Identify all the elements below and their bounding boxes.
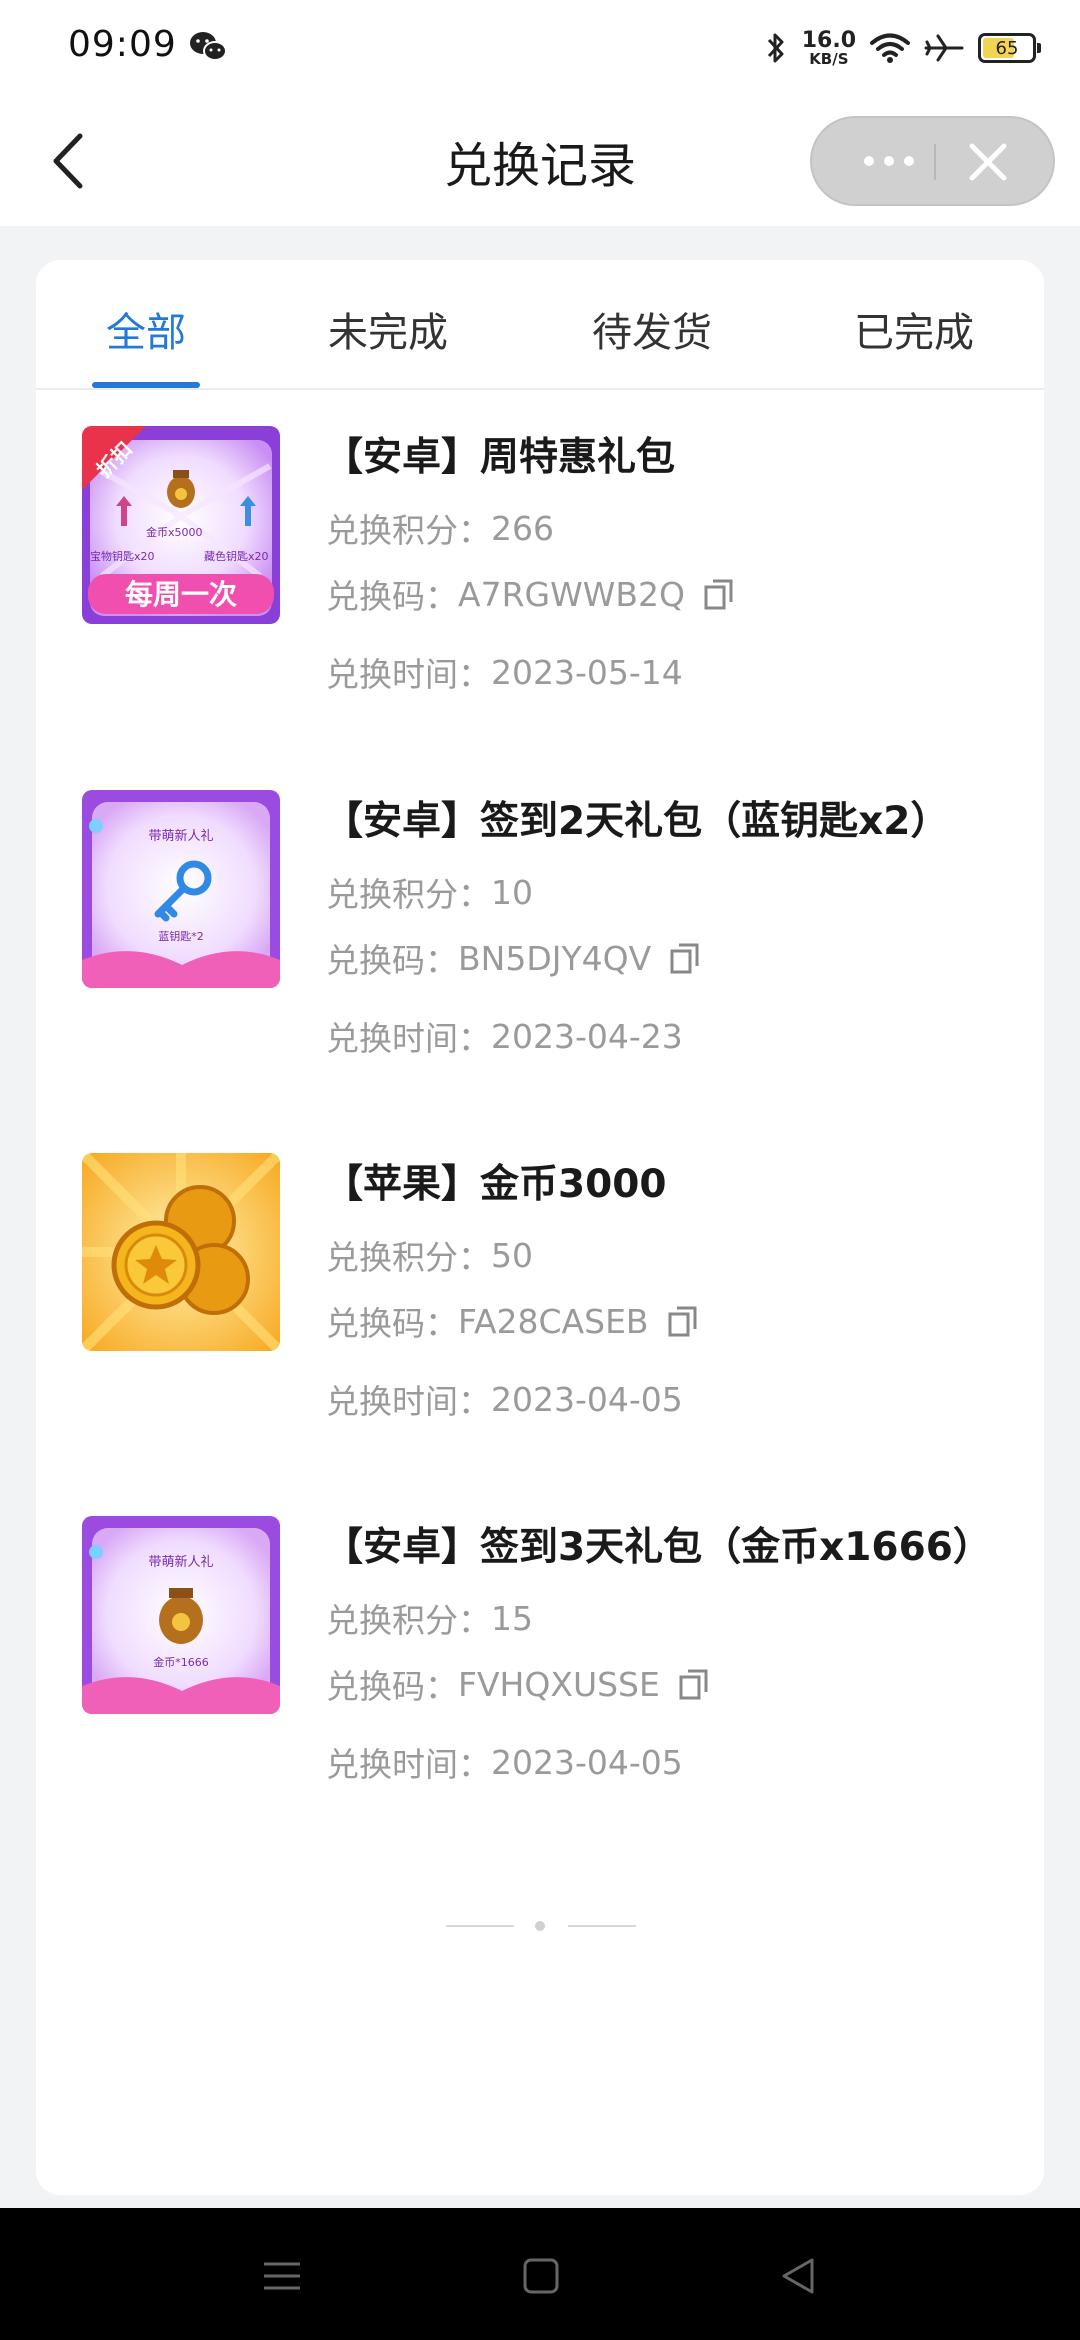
record-title: 【苹果】金币3000: [324, 1162, 667, 1207]
newbie-bag-image: 带萌新人礼 金币*1666: [82, 1516, 280, 1714]
records-card: 全部 未完成 待发货 已完成 折扣 金币x5000 宝物钥匙x20 藏色钥匙x2…: [36, 260, 1044, 2195]
tab-completed[interactable]: 已完成: [854, 300, 974, 358]
copy-icon[interactable]: [703, 577, 735, 611]
wifi-icon: [870, 33, 910, 63]
image-caption: 蓝钥匙*2: [158, 929, 204, 943]
copy-icon[interactable]: [667, 1304, 699, 1338]
status-time: 09:09: [68, 24, 177, 65]
record-points: 兑换积分： 266: [326, 508, 554, 551]
battery-icon: 65: [978, 33, 1041, 63]
record-code: 兑换码： FA28CASEB: [326, 1297, 699, 1345]
capsule-divider: [934, 144, 936, 180]
caption-coins: 金币x5000: [146, 525, 203, 539]
system-nav-bar: [0, 2208, 1080, 2340]
image-header: 带萌新人礼: [148, 828, 213, 844]
record-item[interactable]: 【苹果】金币3000 兑换积分： 50 兑换码： FA28CASEB 兑换时间： 20…: [36, 1153, 1044, 1513]
active-tab-indicator: [92, 382, 200, 388]
status-bar: 09:09 16.0 KB/S 65: [0, 0, 1080, 96]
mini-program-capsule: [810, 116, 1055, 206]
home-square-icon[interactable]: [522, 2256, 560, 2296]
record-time: 兑换时间： 2023-04-05: [326, 1379, 683, 1422]
list-end-indicator: [446, 1920, 636, 1932]
banner-text: 每周一次: [125, 578, 237, 611]
record-title: 【安卓】签到2天礼包（蓝钥匙x2）: [324, 799, 950, 844]
record-points: 兑换积分： 15: [326, 1598, 533, 1641]
caption-treasure-keys: 宝物钥匙x20: [90, 549, 155, 563]
airplane-icon: [924, 34, 964, 62]
close-icon[interactable]: [962, 136, 1014, 188]
record-code: 兑换码： A7RGWWB2Q: [326, 570, 735, 618]
record-time: 兑换时间： 2023-04-05: [326, 1742, 683, 1785]
back-triangle-icon[interactable]: [778, 2256, 818, 2296]
image-caption: 金币*1666: [153, 1655, 209, 1669]
record-item[interactable]: 折扣 金币x5000 宝物钥匙x20 藏色钥匙x20 每周一次 【安卓】周特惠礼…: [36, 426, 1044, 786]
copy-icon[interactable]: [669, 941, 701, 975]
network-speed: 16.0 KB/S: [801, 27, 856, 68]
caption-special-keys: 藏色钥匙x20: [204, 549, 269, 563]
record-title: 【安卓】签到3天礼包（金币x1666）: [324, 1525, 992, 1570]
record-points: 兑换积分： 50: [326, 1235, 533, 1278]
wechat-icon: [190, 32, 227, 61]
tab-incomplete[interactable]: 未完成: [328, 300, 448, 358]
record-points: 兑换积分： 10: [326, 872, 533, 915]
gold-coins-image: [82, 1153, 280, 1351]
record-title: 【安卓】周特惠礼包: [324, 435, 676, 480]
filter-tabs: 全部 未完成 待发货 已完成: [36, 260, 1044, 390]
tab-all[interactable]: 全部: [106, 300, 186, 358]
record-code: 兑换码： FVHQXUSSE: [326, 1660, 710, 1708]
nav-bar: 兑换记录: [0, 96, 1080, 226]
record-time: 兑换时间： 2023-05-14: [326, 652, 683, 695]
record-item[interactable]: 带萌新人礼 蓝钥匙*2 【安卓】签到2天礼包（蓝钥匙x2） 兑换积分： 10 兑换…: [36, 790, 1044, 1150]
more-dots-icon[interactable]: [844, 118, 934, 204]
record-code: 兑换码： BN5DJY4QV: [326, 934, 701, 982]
image-header: 带萌新人礼: [148, 1554, 213, 1570]
record-item[interactable]: 带萌新人礼 金币*1666 【安卓】签到3天礼包（金币x1666） 兑换积分： 1…: [36, 1516, 1044, 1876]
newbie-key-image: 带萌新人礼 蓝钥匙*2: [82, 790, 280, 988]
copy-icon[interactable]: [678, 1667, 710, 1701]
menu-icon[interactable]: [262, 2256, 302, 2296]
record-time: 兑换时间： 2023-04-23: [326, 1016, 683, 1059]
bluetooth-icon: [767, 33, 784, 63]
weekly-pack-image: 折扣 金币x5000 宝物钥匙x20 藏色钥匙x20 每周一次: [82, 426, 280, 624]
battery-level: 65: [995, 37, 1019, 59]
tab-pending-shipment[interactable]: 待发货: [592, 300, 712, 358]
